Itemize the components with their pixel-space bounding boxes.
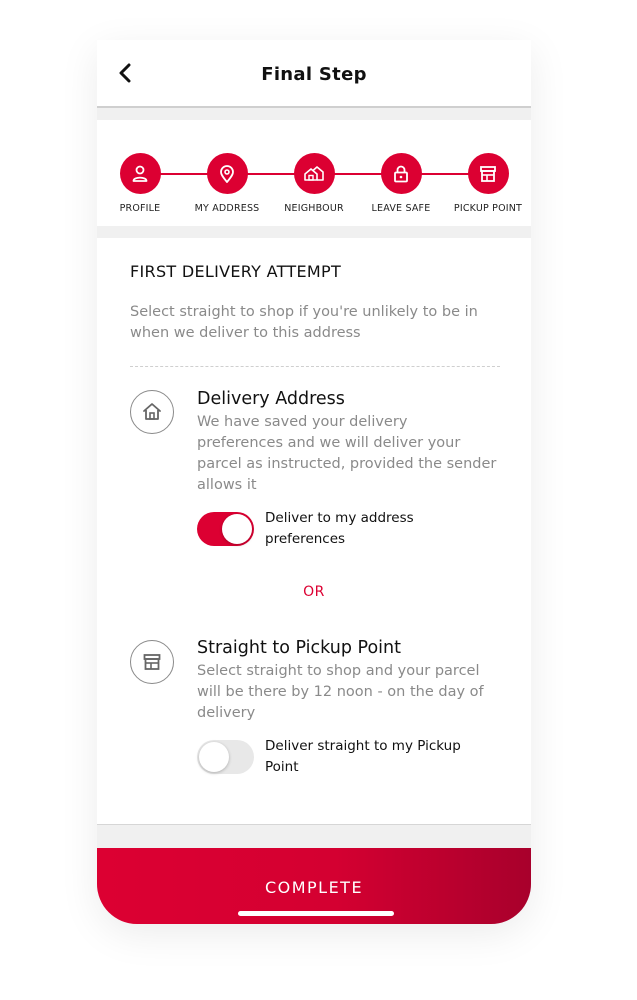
shop-icon bbox=[143, 654, 161, 670]
step-leave-safe[interactable]: LEAVE SAFE bbox=[356, 153, 446, 214]
step-neighbour[interactable]: NEIGHBOUR bbox=[269, 153, 359, 214]
shop-icon bbox=[480, 165, 496, 182]
bottom-spacer bbox=[97, 824, 531, 848]
deliver-to-pickup-toggle[interactable] bbox=[197, 740, 254, 774]
deliver-to-address-toggle[interactable] bbox=[197, 512, 254, 546]
houses-icon bbox=[304, 165, 324, 181]
option-title: Straight to Pickup Point bbox=[197, 638, 401, 658]
toggle-label: Deliver straight to my Pickup Point bbox=[265, 738, 461, 775]
user-icon bbox=[132, 165, 148, 182]
toggle-label: Deliver to my address preferences bbox=[265, 510, 414, 547]
step-profile[interactable]: PROFILE bbox=[97, 153, 185, 214]
lock-icon bbox=[394, 165, 408, 182]
step-label: PROFILE bbox=[119, 203, 161, 214]
step-my-address[interactable]: MY ADDRESS bbox=[182, 153, 272, 214]
section-title: FIRST DELIVERY ATTEMPT bbox=[130, 262, 342, 281]
home-icon bbox=[143, 403, 161, 420]
complete-button[interactable]: COMPLETE bbox=[97, 848, 531, 924]
home-indicator bbox=[238, 911, 394, 916]
option-icon-circle bbox=[130, 390, 174, 434]
header: Final Step bbox=[97, 40, 531, 108]
complete-button-label: COMPLETE bbox=[264, 878, 364, 897]
step-label: MY ADDRESS bbox=[194, 203, 260, 214]
option-description: We have saved your delivery preferences … bbox=[197, 414, 497, 493]
divider bbox=[130, 366, 500, 367]
step-label: PICKUP POINT bbox=[453, 203, 523, 214]
step-label: NEIGHBOUR bbox=[284, 203, 344, 214]
delivery-options-card: FIRST DELIVERY ATTEMPT Select straight t… bbox=[97, 238, 531, 824]
option-icon-circle bbox=[130, 640, 174, 684]
progress-stepper: PROFILE MY ADDRESS NEIGHBOUR LEAVE SAFE … bbox=[97, 120, 531, 226]
map-pin-icon bbox=[220, 164, 234, 183]
option-title: Delivery Address bbox=[197, 389, 345, 409]
toggle-knob bbox=[222, 514, 252, 544]
option-description: Select straight to shop and your parcel … bbox=[197, 663, 484, 721]
section-description: Select straight to shop if you're unlike… bbox=[130, 304, 478, 341]
phone-screen: Final Step PROFILE MY ADDRESS NEIGHBOUR … bbox=[97, 40, 531, 924]
step-pickup-point[interactable]: PICKUP POINT bbox=[443, 153, 531, 214]
toggle-knob bbox=[199, 742, 229, 772]
or-separator: OR bbox=[303, 584, 325, 600]
step-label: LEAVE SAFE bbox=[371, 203, 431, 214]
page-title: Final Step bbox=[261, 64, 367, 85]
